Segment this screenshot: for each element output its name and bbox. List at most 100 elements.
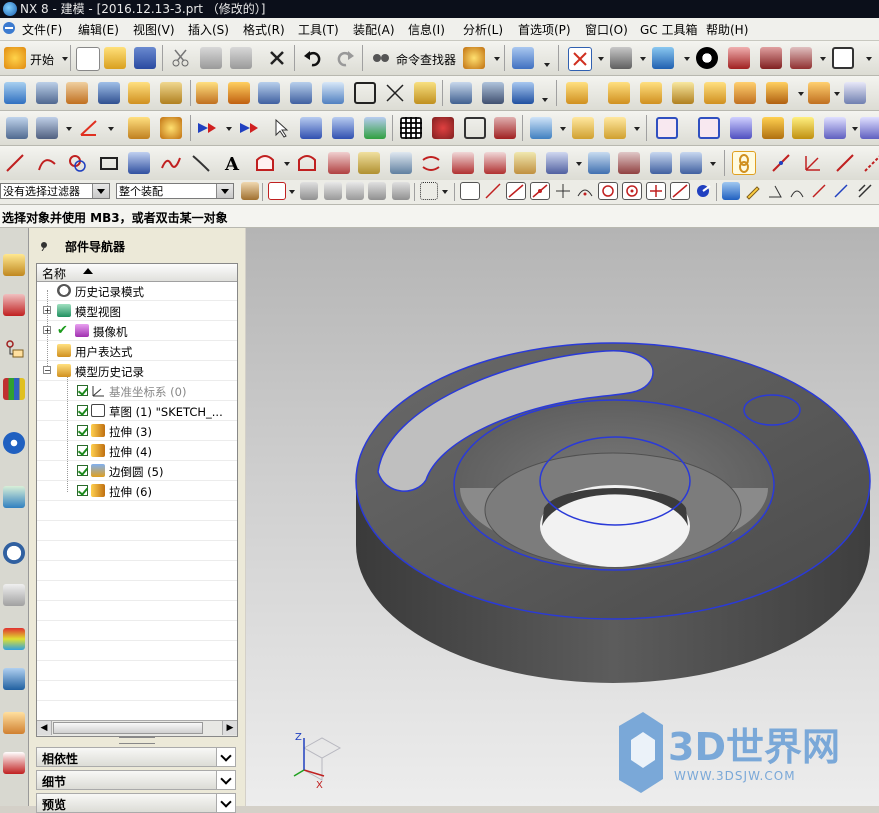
groove-icon[interactable]: [258, 82, 280, 104]
axis-icon[interactable]: [802, 152, 824, 174]
spline-icon[interactable]: [160, 152, 182, 174]
command-finder-icon[interactable]: [370, 47, 392, 69]
draft-icon[interactable]: [808, 82, 830, 104]
expand-icon[interactable]: +: [43, 306, 51, 315]
datum-dropdown-icon[interactable]: [108, 127, 114, 131]
measure-angle-icon[interactable]: [604, 117, 626, 139]
select-pencil-icon[interactable]: [744, 182, 762, 200]
helix-dropdown-icon[interactable]: [710, 162, 716, 166]
tree-item-edge-blend-5[interactable]: 边倒圆 (5): [37, 461, 237, 481]
roles-icon[interactable]: [463, 47, 485, 69]
offset-curve-icon[interactable]: [296, 152, 318, 174]
menu-help[interactable]: 帮助(H): [706, 21, 748, 38]
show-hide-icon[interactable]: [728, 47, 750, 69]
graphics-window[interactable]: Z X 3D世界网 WWW.3DSJW.COM: [246, 228, 879, 806]
redo-icon[interactable]: [334, 47, 356, 69]
component-select-icon[interactable]: [392, 182, 410, 200]
tree-item-history-mode[interactable]: 历史记录模式: [37, 281, 237, 301]
point-on-curve-icon[interactable]: [646, 182, 666, 200]
face-select-icon[interactable]: [324, 182, 342, 200]
intersect-curve-icon[interactable]: [390, 152, 412, 174]
curve-line-icon[interactable]: [834, 152, 856, 174]
web-browser-icon[interactable]: [3, 486, 25, 508]
replace-face-dropdown-icon[interactable]: [66, 127, 72, 131]
navigator-tree[interactable]: 名称 历史记录模式 + 模型视图 + ✔ 摄像机 用户表达式 − 模型历史记录 …: [36, 263, 238, 737]
selection-dropdown-icon[interactable]: [289, 190, 295, 194]
smooth-curve-icon[interactable]: [514, 152, 536, 174]
intersect-icon[interactable]: [640, 82, 662, 104]
draft-dropdown-icon[interactable]: [834, 92, 840, 96]
fill-surface-icon[interactable]: [698, 117, 720, 139]
bounded-plane-icon[interactable]: [656, 117, 678, 139]
point-on-surface-icon[interactable]: [670, 182, 690, 200]
menu-analysis[interactable]: 分析(L): [463, 21, 503, 38]
visibility-checkbox[interactable]: [77, 385, 88, 396]
tree-item-user-expressions[interactable]: 用户表达式: [37, 341, 237, 361]
studio-surface-icon[interactable]: [364, 117, 386, 139]
part-body[interactable]: [355, 342, 871, 683]
new-file-icon[interactable]: [76, 47, 100, 71]
angle-snap-icon[interactable]: [766, 182, 784, 200]
scroll-right-icon[interactable]: ▶: [222, 721, 237, 735]
start-icon[interactable]: [4, 47, 26, 69]
mirror-face-icon[interactable]: [160, 117, 182, 139]
trim-icon[interactable]: [384, 82, 406, 104]
trim-curve-icon[interactable]: [452, 152, 474, 174]
arc-center-icon[interactable]: [576, 182, 594, 200]
visibility-checkbox[interactable]: [77, 425, 88, 436]
assembly-navigator-icon[interactable]: [3, 254, 25, 276]
fit-view-dropdown-icon[interactable]: [598, 57, 604, 61]
unite-icon[interactable]: [566, 82, 588, 104]
wrap-curve-icon[interactable]: [588, 152, 610, 174]
measure-length-icon[interactable]: [572, 117, 594, 139]
delete-icon[interactable]: [266, 47, 288, 69]
frame-icon[interactable]: [464, 117, 486, 139]
menu-insert[interactable]: 插入(S): [188, 21, 229, 38]
extract-curve-icon[interactable]: [546, 152, 568, 174]
chamfer-icon[interactable]: [766, 82, 788, 104]
point-icon[interactable]: [238, 117, 260, 139]
select-tool-icon[interactable]: [512, 47, 534, 69]
snap-enable-icon[interactable]: [460, 182, 480, 200]
edge-blend-tool-icon[interactable]: [734, 82, 756, 104]
command-finder-button[interactable]: 命令查找器: [396, 51, 456, 68]
intersection-point-icon[interactable]: [554, 182, 572, 200]
chevron-down-icon[interactable]: [216, 184, 233, 198]
collapse-icon[interactable]: −: [43, 366, 51, 375]
open-folder-icon[interactable]: [104, 47, 126, 69]
chevron-down-icon[interactable]: [216, 771, 235, 789]
pin-icon[interactable]: [39, 240, 49, 252]
scrollbar-thumb[interactable]: [53, 722, 203, 734]
menu-view[interactable]: 视图(V): [133, 21, 175, 38]
cylinder-icon[interactable]: [36, 82, 58, 104]
snap-more-icon[interactable]: [856, 182, 874, 200]
surface-boundary-icon[interactable]: [254, 152, 276, 174]
menu-edit[interactable]: 编辑(E): [78, 21, 119, 38]
constraint-navigator-icon[interactable]: [3, 294, 25, 316]
menu-gc-toolbox[interactable]: GC 工具箱: [640, 21, 698, 38]
window-frame-icon[interactable]: [832, 47, 854, 69]
render-style-icon[interactable]: [610, 47, 632, 69]
menu-window[interactable]: 窗口(O): [585, 21, 628, 38]
pyramid-icon[interactable]: [414, 82, 436, 104]
visibility-checkbox[interactable]: [77, 405, 88, 416]
move-face-icon[interactable]: [128, 117, 150, 139]
section-curve-icon[interactable]: [618, 152, 640, 174]
column-header-name[interactable]: 名称: [37, 264, 237, 282]
datum-axis-icon[interactable]: [78, 117, 100, 139]
menu-preferences[interactable]: 首选项(P): [518, 21, 571, 38]
trim-body-icon[interactable]: [672, 82, 694, 104]
window-frame-dropdown-icon[interactable]: [866, 57, 872, 61]
offset-face-icon[interactable]: [512, 82, 534, 104]
control-point-icon[interactable]: [530, 182, 550, 200]
part-navigator-icon[interactable]: [3, 338, 25, 360]
select-arrow-icon[interactable]: [270, 117, 292, 139]
rectangle-edge-icon[interactable]: [354, 82, 376, 104]
general-selection-icon[interactable]: [268, 182, 286, 200]
p4-icon[interactable]: [322, 82, 344, 104]
body-select-icon[interactable]: [346, 182, 364, 200]
menu-icon-logo[interactable]: [2, 21, 16, 38]
select-tool-dropdown-icon[interactable]: [544, 63, 550, 67]
model-canvas[interactable]: Z X 3D世界网 WWW.3DSJW.COM: [246, 228, 879, 806]
trim-sheet-icon[interactable]: [860, 117, 879, 139]
